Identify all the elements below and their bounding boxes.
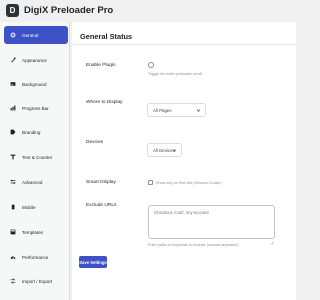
smart-display-helper: Show only on first visit (Session Cookie… — [156, 181, 222, 185]
sidebar-item-label: Branding — [22, 129, 41, 135]
resize-grip-icon[interactable] — [269, 232, 274, 245]
save-settings-button[interactable]: Save Settings — [79, 256, 107, 268]
smart-display-label: Smart Display — [86, 180, 116, 185]
sidebar-item-label: Background — [22, 81, 47, 87]
exclude-urls-label: Exclude URLs — [86, 203, 117, 208]
enable-plugin-toggle[interactable] — [148, 62, 154, 68]
exclude-urls-helper: Enter paths or keywords to exclude (comm… — [148, 243, 239, 247]
sidebar-item-label: Progress Bar — [22, 105, 49, 111]
gear-icon — [10, 32, 16, 38]
mobile-icon — [10, 204, 16, 210]
sidebar-item-label: Import / Export — [22, 278, 53, 284]
chevron-down-icon — [196, 108, 201, 113]
tag-icon — [10, 129, 16, 135]
brand: D DigiX Preloader Pro — [6, 4, 113, 17]
smart-display-checkbox[interactable] — [148, 180, 153, 185]
sliders-icon — [10, 179, 16, 185]
bar-icon — [10, 105, 16, 111]
brush-icon — [10, 57, 16, 63]
sidebar-item-label: Text & Counter — [22, 154, 53, 160]
template-icon — [10, 229, 16, 235]
sidebar-item-templates[interactable]: Templates — [4, 223, 68, 241]
sidebar-item-background[interactable]: Background — [4, 75, 68, 93]
sidebar-item-label: Performance — [22, 254, 49, 260]
where-to-display-label: Where to Display — [86, 100, 123, 105]
sidebar-item-appearance[interactable]: Appearance — [4, 51, 68, 69]
sidebar-item-label: Templates — [22, 229, 43, 235]
enable-plugin-label: Enable Plugin — [86, 63, 116, 68]
sidebar-item-label: Mobile — [22, 204, 36, 210]
sidebar-item-branding[interactable]: Branding — [4, 123, 68, 141]
exclude-urls-textarea[interactable] — [148, 205, 275, 239]
sidebar: General Appearance Background Progress B… — [0, 22, 70, 300]
sidebar-item-advanced[interactable]: Advanced — [4, 173, 68, 191]
divider — [72, 44, 296, 45]
devices-select[interactable]: All Devices — [147, 143, 182, 157]
text-icon — [10, 154, 16, 160]
where-to-display-value: All Pages — [153, 107, 172, 113]
devices-label: Devices — [86, 140, 104, 145]
page-title: General Status — [80, 32, 133, 41]
chevron-down-icon — [172, 148, 177, 153]
sidebar-item-text-counter[interactable]: Text & Counter — [4, 148, 68, 166]
where-to-display-select[interactable]: All Pages — [147, 103, 206, 117]
sidebar-item-label: General — [22, 32, 39, 38]
sidebar-item-label: Appearance — [22, 57, 47, 63]
sidebar-item-performance[interactable]: Performance — [4, 248, 68, 266]
image-icon — [10, 81, 16, 87]
transfer-icon — [10, 278, 16, 284]
top-bar: D DigiX Preloader Pro — [0, 0, 300, 22]
sidebar-item-progress-bar[interactable]: Progress Bar — [4, 99, 68, 117]
sidebar-item-general[interactable]: General — [4, 26, 68, 44]
speed-icon — [10, 254, 16, 260]
sidebar-item-label: Advanced — [22, 179, 43, 185]
sidebar-item-mobile[interactable]: Mobile — [4, 198, 68, 216]
sidebar-item-import-export[interactable]: Import / Export — [4, 272, 68, 290]
app-logo: D — [6, 4, 19, 17]
app-title: DigiX Preloader Pro — [24, 5, 114, 16]
enable-plugin-helper: Toggle the entire preloader on/off — [148, 72, 203, 76]
